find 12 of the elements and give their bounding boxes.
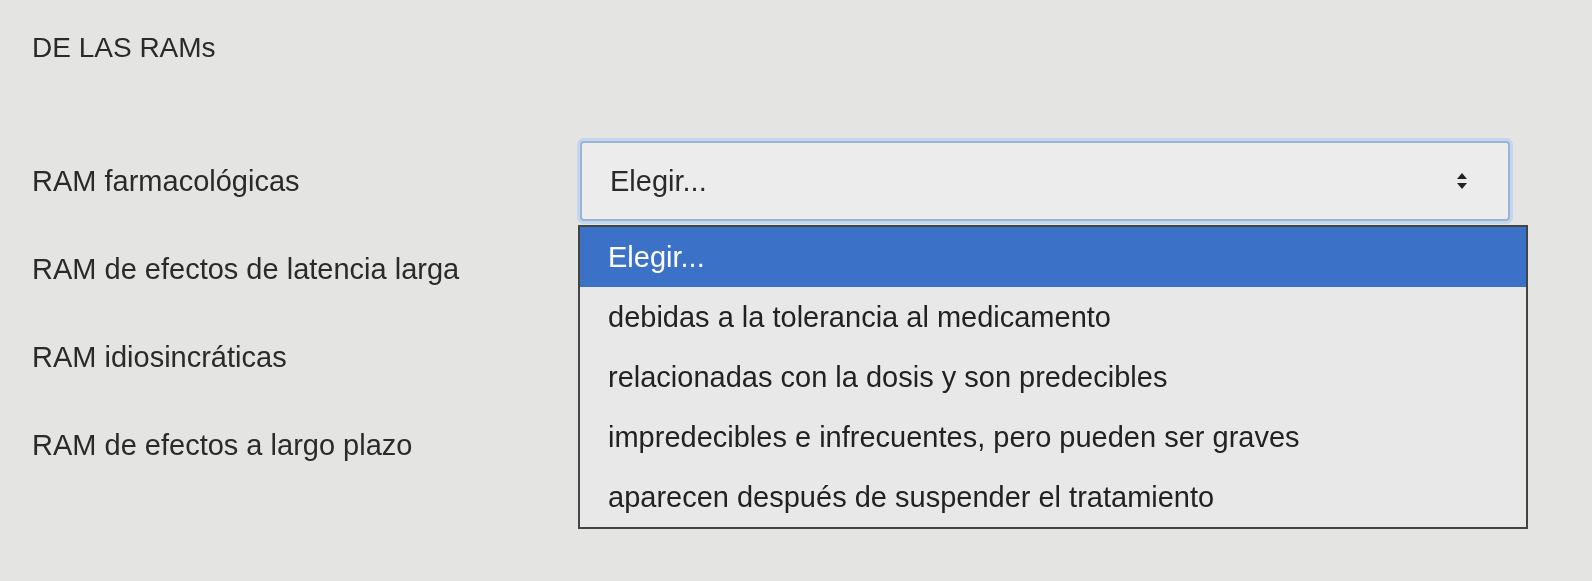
dropdown-option[interactable]: impredecibles e infrecuentes, pero pueden ser graves <box>580 407 1526 467</box>
sort-arrows-icon <box>1456 171 1468 191</box>
question-label: RAM de efectos a largo plazo <box>32 428 414 462</box>
section-heading: DE LAS RAMs <box>32 31 217 65</box>
dropdown-option[interactable]: debidas a la tolerancia al medicamento <box>580 287 1526 347</box>
question-label: RAM farmacológicas <box>32 164 301 198</box>
question-label: RAM idiosincráticas <box>32 340 288 374</box>
question-label: RAM de efectos de latencia larga <box>32 252 461 286</box>
dropdown-option[interactable]: aparecen después de suspender el tratamiento <box>580 467 1526 527</box>
dropdown-option[interactable]: Elegir... <box>580 227 1526 287</box>
answer-select[interactable]: Elegir... <box>580 141 1510 221</box>
dropdown-option[interactable]: relacionadas con la dosis y son predecibles <box>580 347 1526 407</box>
